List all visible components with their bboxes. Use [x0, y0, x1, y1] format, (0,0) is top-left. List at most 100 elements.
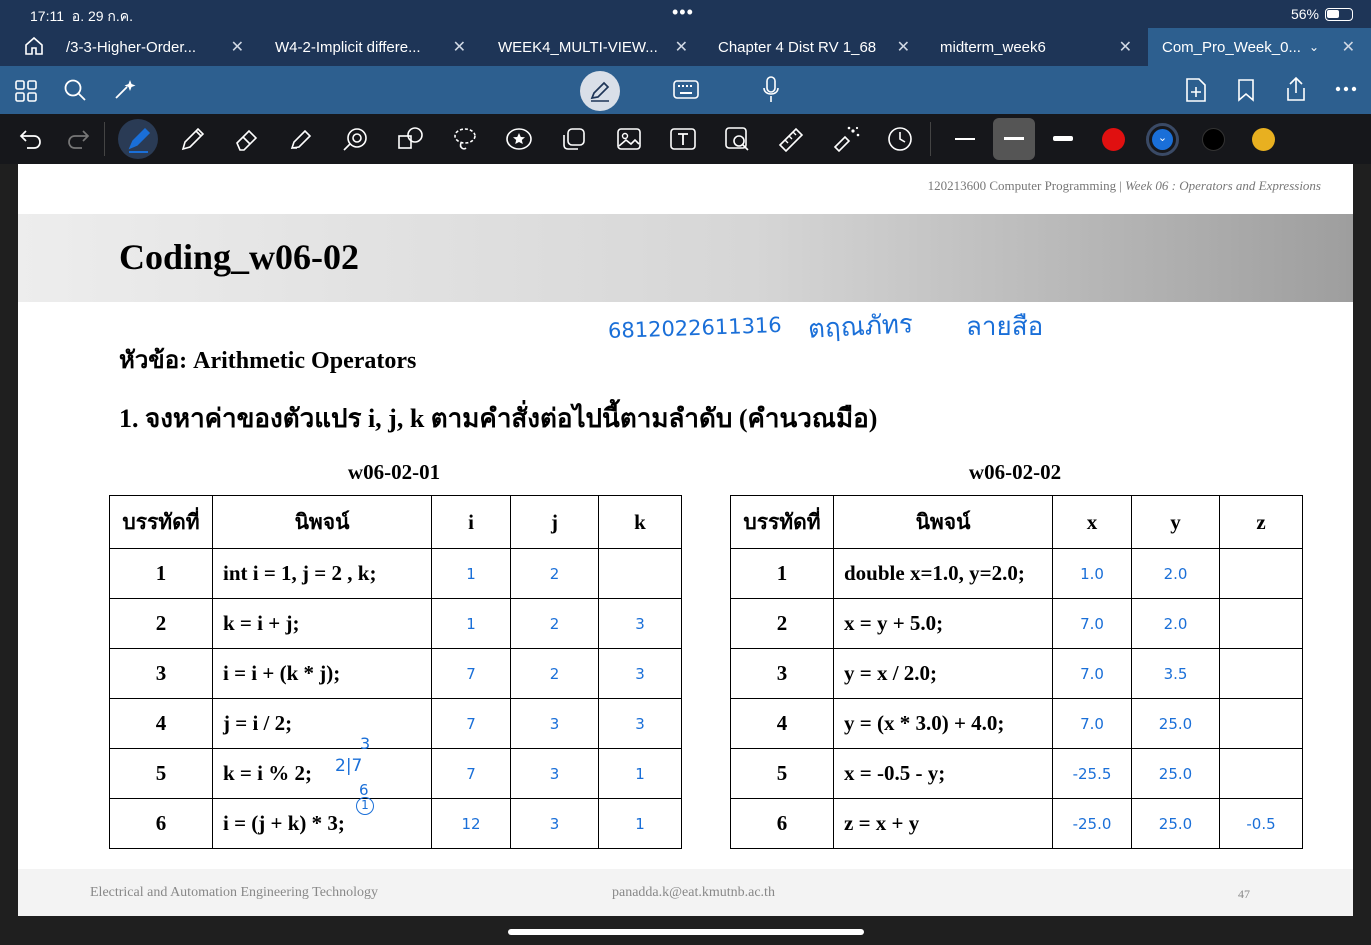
- scratch-quotient: 3: [360, 734, 371, 753]
- answer-y: 3.5: [1131, 648, 1220, 699]
- answer-x: 1.0: [1052, 548, 1132, 599]
- add-page-icon[interactable]: [1185, 77, 1207, 103]
- home-icon[interactable]: [24, 36, 44, 56]
- pencil-icon[interactable]: [180, 126, 206, 152]
- elements-icon[interactable]: [561, 126, 587, 152]
- question-text: 1. จงหาค่าของตัวแปร i, j, k ตามคำสั่งต่อ…: [119, 404, 878, 433]
- answer-j: 3: [510, 698, 599, 749]
- redo-icon[interactable]: [67, 128, 91, 150]
- share-icon[interactable]: [1284, 76, 1308, 102]
- image-icon[interactable]: [616, 126, 642, 152]
- table-row: 6i = (j + k) * 3; 12 3 1: [109, 798, 682, 849]
- tab-com-pro-week[interactable]: Com_Pro_Week_0... ⌄ ✕: [1148, 28, 1371, 66]
- color-black-swatch[interactable]: [1202, 128, 1225, 151]
- answer-y: 2.0: [1131, 548, 1220, 599]
- answer-k: 3: [598, 598, 682, 649]
- text-box-icon[interactable]: [669, 126, 697, 152]
- tab-label: Com_Pro_Week_0...: [1162, 38, 1301, 56]
- multitask-dots[interactable]: •••: [672, 2, 694, 23]
- color-blue-swatch[interactable]: ⌄: [1146, 123, 1179, 156]
- color-yellow-swatch[interactable]: [1252, 128, 1275, 151]
- tab-label: WEEK4_MULTI-VIEW...: [498, 38, 658, 56]
- header-y: y: [1131, 495, 1220, 549]
- answer-i: 12: [431, 798, 511, 849]
- close-icon[interactable]: ✕: [453, 37, 466, 57]
- table-row: 2x = y + 5.0; 7.0 2.0: [730, 598, 1303, 649]
- shape-tool-icon[interactable]: [342, 126, 370, 152]
- answer-y: 25.0: [1131, 798, 1220, 849]
- line-number: 6: [109, 798, 213, 849]
- color-red-swatch[interactable]: [1102, 128, 1125, 151]
- laser-pointer-icon[interactable]: [831, 125, 861, 153]
- stroke-thick-option[interactable]: [1053, 136, 1073, 141]
- clock-icon[interactable]: [887, 126, 913, 152]
- line-number: 3: [109, 648, 213, 699]
- page-title: Coding_w06-02: [119, 237, 360, 277]
- line-number: 4: [109, 698, 213, 749]
- close-icon[interactable]: ✕: [675, 37, 688, 57]
- close-icon[interactable]: ✕: [897, 37, 910, 57]
- app-toolbar: [0, 66, 1371, 114]
- more-icon[interactable]: [1335, 86, 1357, 92]
- topic-heading: หัวข้อ: Arithmetic Operators: [119, 348, 417, 374]
- answer-j: 2: [510, 548, 599, 599]
- home-indicator[interactable]: [508, 929, 864, 935]
- grid-icon[interactable]: [15, 80, 37, 102]
- keyboard-icon[interactable]: [673, 80, 699, 100]
- line-number: 5: [109, 748, 213, 799]
- table2-caption: w06-02-02: [968, 460, 1062, 484]
- pen-tool-button[interactable]: [118, 119, 158, 159]
- expression: k = i % 2;: [212, 748, 432, 799]
- title-banner: Coding_w06-02: [18, 214, 1353, 302]
- tab-higher-order[interactable]: /3-3-Higher-Order... ✕: [66, 28, 246, 66]
- close-icon[interactable]: ✕: [1342, 37, 1355, 57]
- bookmark-icon[interactable]: [1236, 78, 1256, 102]
- pen-icon: [590, 81, 610, 102]
- handwritten-first-name: ตฤณภัทร: [807, 309, 914, 345]
- ruler-icon[interactable]: [777, 126, 805, 152]
- document-page[interactable]: 120213600 Computer Programming | Week 06…: [18, 164, 1353, 916]
- tab-midterm-week6[interactable]: midterm_week6 ✕: [940, 28, 1136, 66]
- line-number: 4: [730, 698, 834, 749]
- page-footer: Electrical and Automation Engineering Te…: [18, 869, 1353, 916]
- sticker-icon[interactable]: [505, 126, 533, 152]
- search-icon[interactable]: [63, 78, 87, 102]
- table-header-row: บรรทัดที่ นิพจน์ x y z: [730, 495, 1303, 549]
- status-bar: 17:11 อ. 29 ก.ค. ••• 56%: [0, 0, 1371, 28]
- tab-implicit-diff[interactable]: W4-2-Implicit differe... ✕: [275, 28, 470, 66]
- line-number: 5: [730, 748, 834, 799]
- microphone-icon[interactable]: [762, 76, 780, 104]
- header-expression: นิพจน์: [212, 495, 432, 549]
- close-icon[interactable]: ✕: [231, 37, 244, 57]
- tab-week4-multiview[interactable]: WEEK4_MULTI-VIEW... ✕: [498, 28, 692, 66]
- lasso-icon[interactable]: [452, 126, 478, 152]
- answer-z: [1219, 598, 1303, 649]
- stroke-thin-option[interactable]: [955, 138, 975, 140]
- chevron-down-icon[interactable]: ⌄: [1309, 40, 1319, 54]
- eraser-icon[interactable]: [234, 126, 260, 152]
- handwritten-last-name: ลายสือ: [966, 312, 1044, 342]
- answer-x: -25.5: [1052, 748, 1132, 799]
- line-number: 2: [109, 598, 213, 649]
- stroke-medium-option[interactable]: [993, 118, 1035, 160]
- answer-k: 3: [598, 648, 682, 699]
- pen-mode-button[interactable]: [580, 71, 620, 111]
- table-row: 2k = i + j; 1 2 3: [109, 598, 682, 649]
- answer-x: 7.0: [1052, 698, 1132, 749]
- tab-label: Chapter 4 Dist RV 1_68: [718, 38, 877, 56]
- toolbar-divider: [930, 122, 931, 156]
- answer-k: [598, 548, 682, 599]
- table-row: 4y = (x * 3.0) + 4.0; 7.0 25.0: [730, 698, 1303, 749]
- table-row: 5k = i % 2; 7 3 1: [109, 748, 682, 799]
- header-line-no: บรรทัดที่: [730, 495, 834, 549]
- scan-image-icon[interactable]: [724, 126, 750, 152]
- close-icon[interactable]: ✕: [1119, 37, 1132, 57]
- undo-icon[interactable]: [18, 128, 42, 150]
- line-number: 1: [730, 548, 834, 599]
- expression: x = -0.5 - y;: [833, 748, 1053, 799]
- shapes-icon[interactable]: [397, 126, 425, 152]
- tab-chapter4[interactable]: Chapter 4 Dist RV 1_68 ✕: [718, 28, 914, 66]
- ai-sparkle-icon[interactable]: [113, 78, 139, 102]
- highlighter-icon[interactable]: [288, 126, 314, 152]
- answer-z: [1219, 748, 1303, 799]
